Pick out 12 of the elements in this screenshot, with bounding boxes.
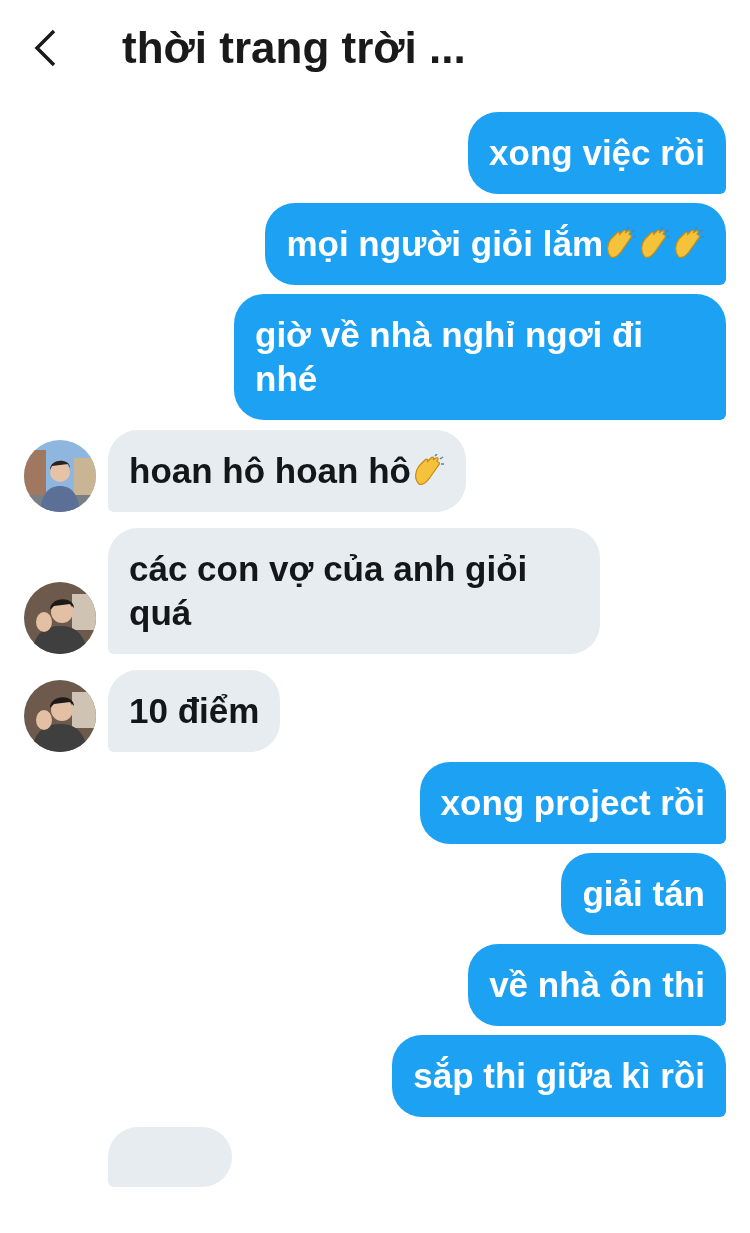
back-icon bbox=[32, 28, 58, 68]
message-bubble: mọi người giỏi lắm bbox=[265, 203, 726, 285]
message-bubble: xong việc rồi bbox=[468, 112, 726, 194]
message-bubble: về nhà ôn thi bbox=[468, 944, 726, 1026]
message-bubble: giờ về nhà nghỉ ngơi đi nhé bbox=[234, 294, 726, 420]
message-bubble: 10 điểm bbox=[108, 670, 281, 752]
message-bubble: sắp thi giữa kì rồi bbox=[392, 1035, 726, 1117]
message-bubble: các con vợ của anh giỏi quá bbox=[108, 528, 600, 654]
chat-title: thời trang trời ... bbox=[122, 23, 466, 73]
message-bubble: xong project rồi bbox=[419, 762, 726, 844]
message-bubble: hoan hô hoan hô bbox=[108, 430, 466, 512]
message-bubble: giải tán bbox=[561, 853, 726, 935]
